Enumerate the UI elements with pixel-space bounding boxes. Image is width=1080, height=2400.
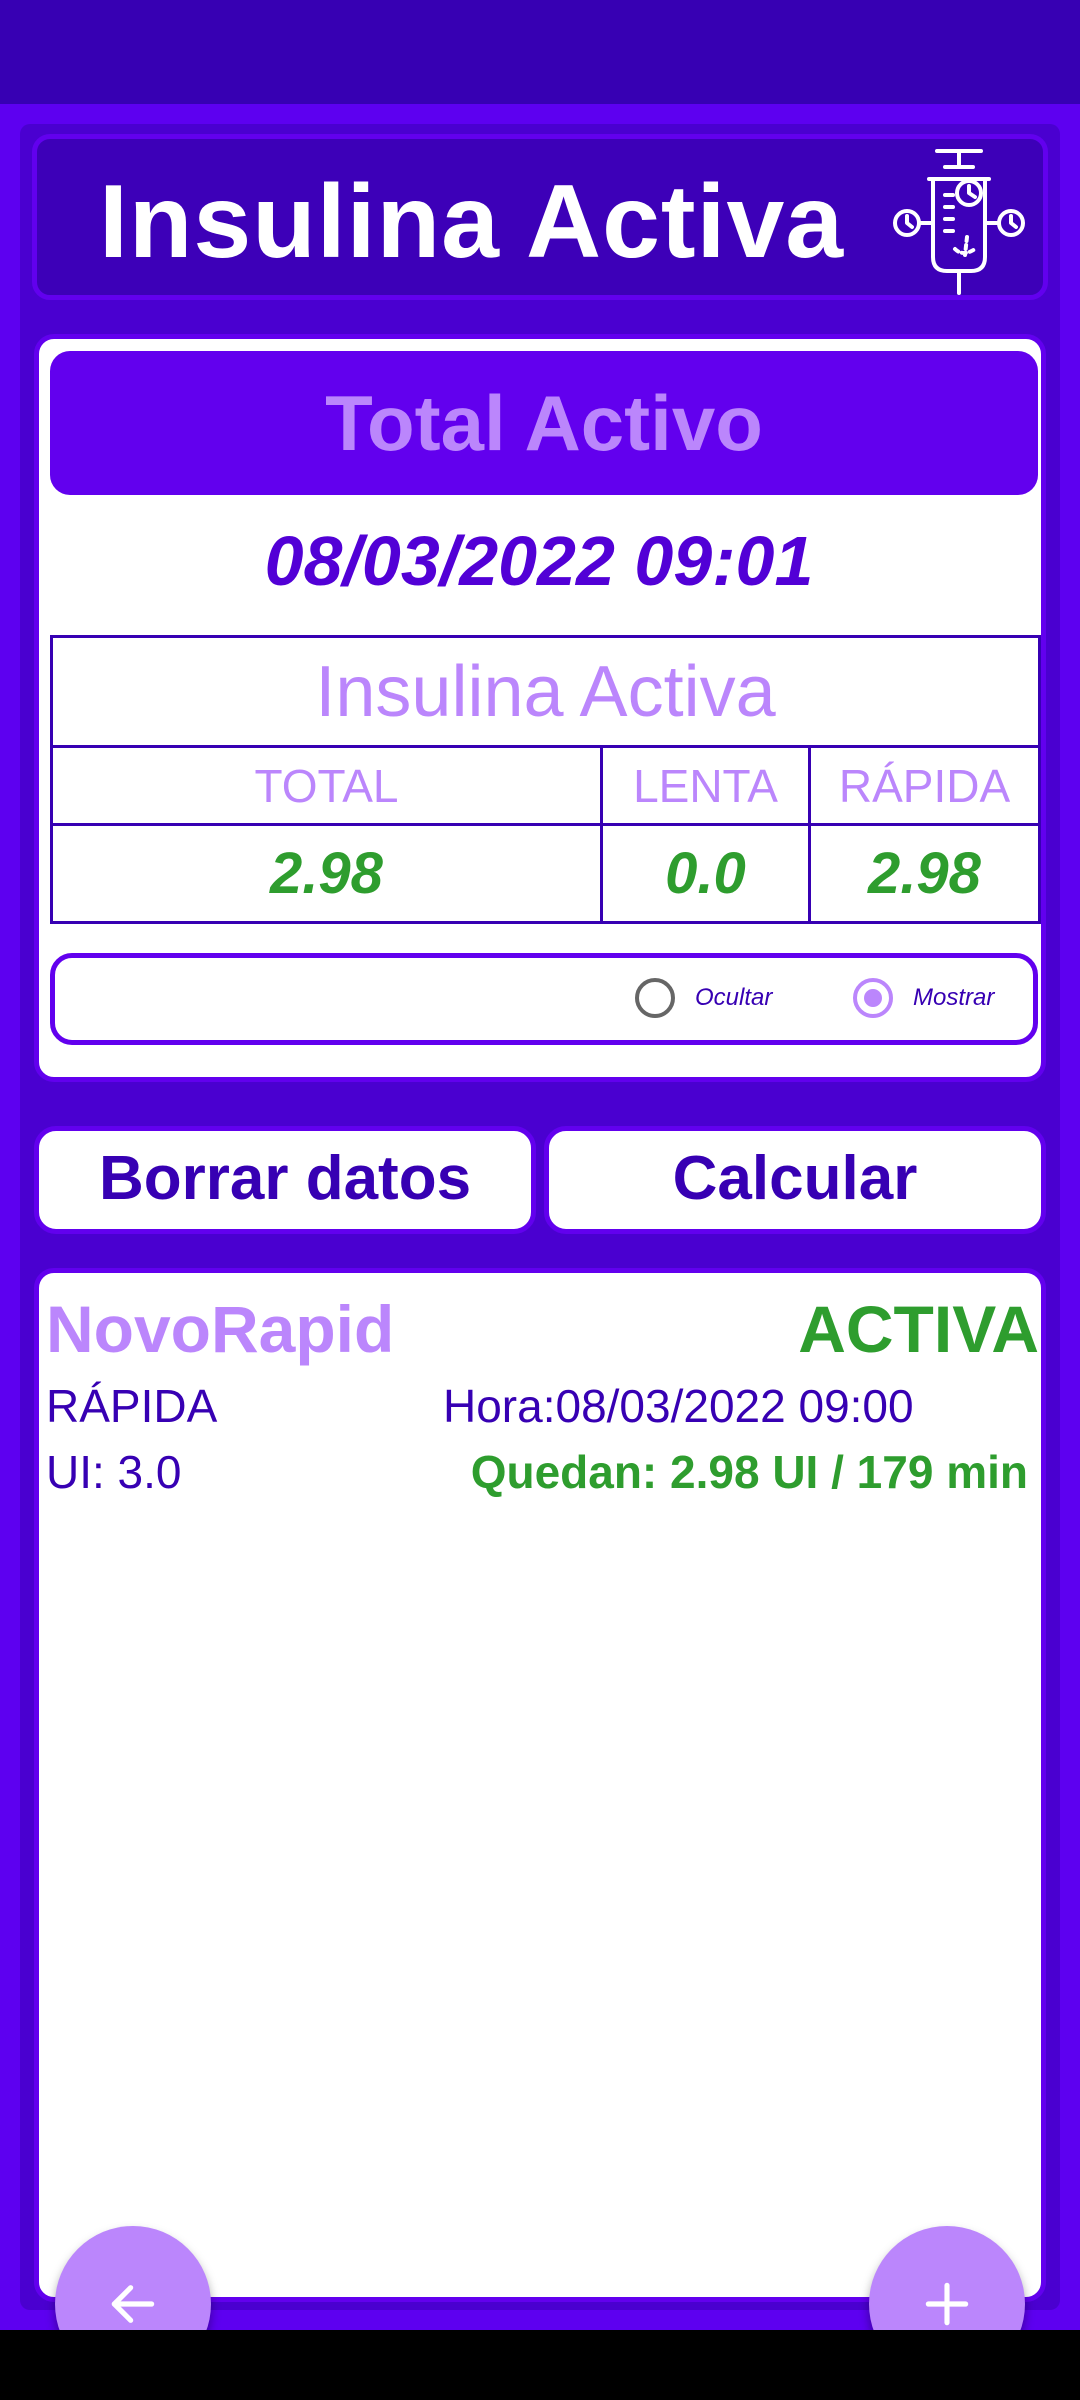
syringe-clock-icon	[893, 149, 1025, 295]
radio-show-circle[interactable]	[853, 978, 893, 1018]
active-insulin-table: Insulina Activa TOTAL LENTA RÁPIDA 2.98 …	[50, 635, 1041, 924]
calculate-button[interactable]: Calcular	[544, 1126, 1046, 1234]
visibility-toggle-group: Ocultar Mostrar	[50, 953, 1038, 1045]
system-navigation-bar	[0, 2330, 1080, 2400]
column-header-fast: RÁPIDA	[808, 745, 1041, 826]
table-title: Insulina Activa	[50, 635, 1041, 748]
radio-show-label: Mostrar	[913, 984, 995, 1011]
main-frame: Insulina Activa Total Activo 08/03/2022 …	[20, 124, 1060, 2310]
current-datetime: 08/03/2022 09:01	[264, 522, 814, 600]
radio-hide-circle[interactable]	[635, 978, 675, 1018]
value-fast: 2.98	[808, 823, 1041, 924]
dose-type: RÁPIDA	[46, 1380, 218, 1432]
dose-status-badge: ACTIVA	[798, 1292, 1039, 1366]
dose-name: NovoRapid	[46, 1292, 395, 1366]
page-title: Insulina Activa	[99, 164, 845, 280]
column-header-total: TOTAL	[50, 745, 603, 826]
value-total: 2.98	[50, 823, 603, 924]
radio-show[interactable]: Mostrar	[853, 978, 994, 1018]
dose-remaining: Quedan: 2.98 UI / 179 min	[470, 1446, 1028, 1498]
arrow-left-icon	[111, 2285, 155, 2323]
dose-units: UI: 3.0	[46, 1446, 182, 1498]
plus-icon	[925, 2282, 969, 2326]
column-header-slow: LENTA	[600, 745, 811, 826]
status-bar	[0, 0, 1080, 104]
active-total-card: Total Activo 08/03/2022 09:01 Insulina A…	[34, 334, 1046, 1082]
clear-data-button[interactable]: Borrar datos	[34, 1126, 536, 1234]
radio-hide-label: Ocultar	[695, 984, 773, 1011]
total-banner: Total Activo	[50, 351, 1038, 495]
app-screen: Insulina Activa Total Activo 08/03/2022 …	[0, 104, 1080, 2382]
app-header: Insulina Activa	[32, 134, 1048, 300]
radio-hide[interactable]: Ocultar	[635, 978, 772, 1018]
value-slow: 0.0	[600, 823, 811, 924]
dose-list: NovoRapid ACTIVA RÁPIDA Hora:08/03/2022 …	[34, 1268, 1046, 2302]
dose-hour: Hora:08/03/2022 09:00	[443, 1380, 914, 1432]
